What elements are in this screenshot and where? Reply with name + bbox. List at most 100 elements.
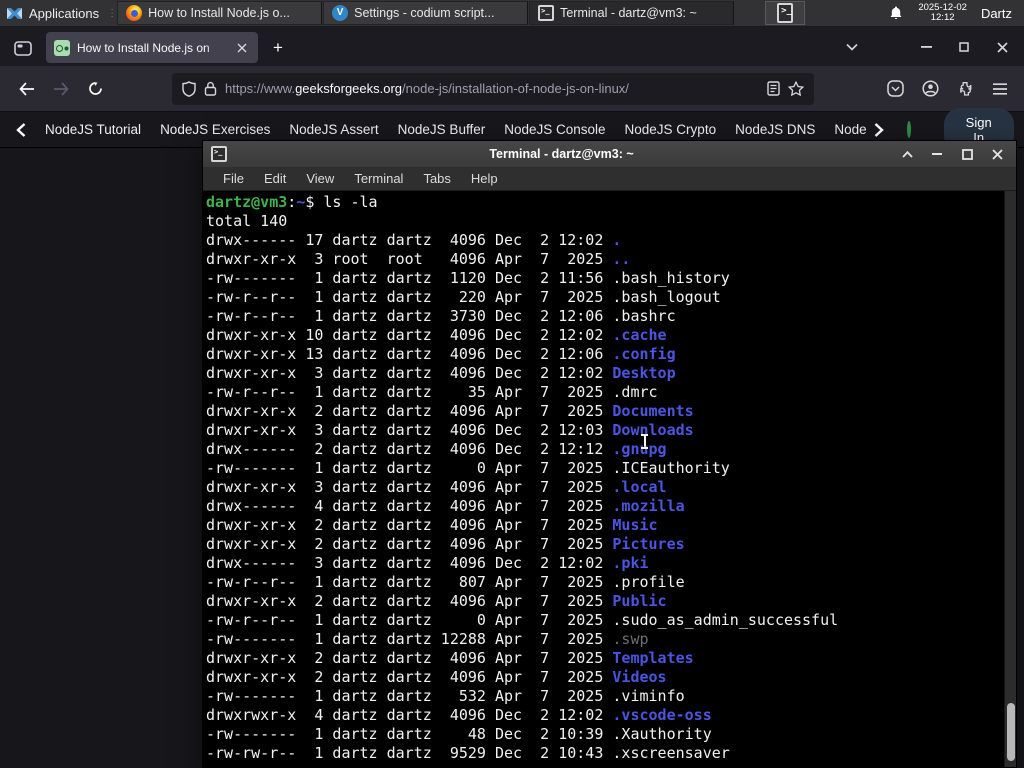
- applications-label: Applications: [29, 5, 100, 21]
- list-all-tabs-icon[interactable]: [838, 36, 866, 58]
- terminal-line: -rw-r--r-- 1 dartz dartz 220 Apr 7 2025 …: [206, 288, 721, 306]
- extensions-icon[interactable]: [957, 80, 974, 97]
- window-taskbar: How to Install Node.js o... Settings - co…: [117, 0, 735, 26]
- site-nav-item[interactable]: NodeJS Exercises: [160, 122, 270, 137]
- terminal-line: -rw-r--r-- 1 dartz dartz 807 Apr 7 2025 …: [206, 573, 685, 591]
- terminal-line: -rw------- 1 dartz dartz 0 Apr 7 2025 .I…: [206, 459, 730, 477]
- user-menu[interactable]: Dartz: [981, 6, 1014, 21]
- window-close-button[interactable]: [988, 36, 1016, 58]
- terminal-scrollbar-thumb[interactable]: [1007, 703, 1015, 761]
- terminal-menu-item[interactable]: Help: [461, 171, 508, 186]
- browser-tab-bar: How to Install Node.js on +: [0, 27, 1024, 66]
- site-nav-item[interactable]: NodeJS Crypto: [625, 122, 717, 137]
- geeksforgeeks-favicon: [54, 39, 70, 56]
- distro-logo-icon: [6, 5, 23, 22]
- firefox-view-button[interactable]: [8, 35, 38, 63]
- terminal-line: dartz@vm3:~$ ls -la: [206, 193, 378, 211]
- firefox-icon: [126, 5, 143, 21]
- taskbar-button[interactable]: Terminal - dartz@vm3: ~: [529, 1, 735, 25]
- terminal-line: drwxr-xr-x 10 dartz dartz 4096 Dec 2 12:…: [206, 326, 667, 344]
- terminal-launcher-button[interactable]: [765, 1, 806, 25]
- terminal-line: -rw-r--r-- 1 dartz dartz 35 Apr 7 2025 .…: [206, 383, 658, 401]
- terminal-menu-item[interactable]: Tabs: [413, 171, 460, 186]
- back-button[interactable]: [12, 74, 42, 104]
- window-minimize-button[interactable]: [912, 36, 940, 58]
- terminal-line: drwx------ 2 dartz dartz 4096 Dec 2 12:1…: [206, 440, 667, 458]
- desktop-panel: Applications ⋮ How to Install Node.js o.…: [0, 0, 1024, 27]
- terminal-line: -rw------- 1 dartz dartz 532 Apr 7 2025 …: [206, 687, 685, 705]
- site-nav-item[interactable]: NodeJS Assert: [289, 122, 378, 137]
- terminal-output: dartz@vm3:~$ ls -la total 140 drwx------ 1…: [206, 193, 1002, 763]
- new-tab-button[interactable]: +: [264, 34, 292, 62]
- nav-scroll-right-icon[interactable]: [874, 122, 884, 137]
- terminal-title: Terminal - dartz@vm3: ~: [489, 147, 634, 161]
- terminal-line: drwxr-xr-x 2 dartz dartz 4096 Apr 7 2025…: [206, 668, 667, 686]
- clock[interactable]: 2025-12-02 12:12: [918, 2, 967, 24]
- taskbar-button[interactable]: Settings - codium script...: [323, 1, 529, 25]
- terminal-maximize-button[interactable]: [956, 145, 978, 163]
- terminal-menu-item[interactable]: View: [296, 171, 344, 186]
- nav-scroll-left-icon[interactable]: [16, 122, 26, 137]
- terminal-line: drwxr-xr-x 3 dartz dartz 4096 Dec 2 12:0…: [206, 364, 676, 382]
- notification-bell-icon[interactable]: [888, 5, 904, 21]
- pocket-icon[interactable]: [887, 80, 904, 97]
- reload-button[interactable]: [80, 74, 110, 104]
- toolbar-right-icons: [887, 80, 1012, 97]
- terminal-line: drwxr-xr-x 2 dartz dartz 4096 Apr 7 2025…: [206, 516, 658, 534]
- site-nav-items: NodeJS Tutorial NodeJS Exercises NodeJS As…: [45, 122, 867, 137]
- terminal-line: drwxr-xr-x 2 dartz dartz 4096 Apr 7 2025…: [206, 592, 667, 610]
- url-text: https://www.geeksforgeeks.org/node-js/in…: [225, 81, 759, 96]
- url-prefix: https://www.: [225, 81, 296, 96]
- terminal-minimize-button[interactable]: [926, 145, 948, 163]
- lock-icon[interactable]: [204, 81, 217, 96]
- browser-toolbar: https://www.geeksforgeeks.org/node-js/in…: [0, 66, 1024, 112]
- terminal-menubar: File Edit View Terminal Tabs Help: [203, 167, 1016, 191]
- window-maximize-button[interactable]: [950, 36, 978, 58]
- terminal-line: drwxrwxr-x 4 dartz dartz 4096 Dec 2 12:0…: [206, 706, 712, 724]
- terminal-line: total 140: [206, 212, 288, 230]
- menu-hamburger-icon[interactable]: [992, 82, 1008, 95]
- url-domain: geeksforgeeks.org: [295, 81, 403, 96]
- url-bar[interactable]: https://www.geeksforgeeks.org/node-js/in…: [172, 72, 814, 105]
- forward-button[interactable]: [46, 74, 76, 104]
- site-nav-item[interactable]: NodeJS Console: [504, 122, 605, 137]
- terminal-window: Terminal - dartz@vm3: ~ FileEditViewTerm…: [202, 140, 1017, 768]
- tab-close-icon[interactable]: [234, 40, 250, 56]
- tracking-shield-icon[interactable]: [182, 80, 196, 97]
- account-icon[interactable]: [922, 80, 939, 97]
- terminal-line: drwx------ 17 dartz dartz 4096 Dec 2 12:…: [206, 231, 622, 249]
- bookmark-star-icon[interactable]: [788, 81, 804, 96]
- terminal-line: drwxr-xr-x 2 dartz dartz 4096 Apr 7 2025…: [206, 535, 685, 553]
- terminal-titlebar[interactable]: Terminal - dartz@vm3: ~: [203, 141, 1016, 167]
- url-path: /node-js/installation-of-node-js-on-linu…: [402, 81, 629, 96]
- browser-tab[interactable]: How to Install Node.js on: [46, 32, 258, 63]
- terminal-icon: [777, 3, 794, 23]
- taskbar-button-label: Settings - codium script...: [354, 6, 495, 20]
- terminal-icon: [211, 146, 227, 162]
- terminal-line: -rw-r--r-- 1 dartz dartz 0 Apr 7 2025 .s…: [206, 611, 839, 629]
- terminal-line: drwx------ 3 dartz dartz 4096 Dec 2 12:0…: [206, 554, 649, 572]
- terminal-close-button[interactable]: [986, 145, 1008, 163]
- site-nav-item[interactable]: NodeJS DNS: [735, 122, 815, 137]
- reader-mode-icon[interactable]: [767, 81, 780, 96]
- terminal-line: drwxr-xr-x 13 dartz dartz 4096 Dec 2 12:…: [206, 345, 676, 363]
- panel-separator: ⋮: [107, 7, 118, 19]
- terminal-menu-item[interactable]: Edit: [254, 171, 296, 186]
- applications-menu-button[interactable]: Applications: [0, 0, 107, 26]
- site-nav-item[interactable]: Node: [834, 122, 866, 137]
- terminal-scrollbar[interactable]: [1004, 191, 1016, 767]
- text-cursor-pointer: [640, 434, 649, 449]
- terminal-menu-item[interactable]: Terminal: [344, 171, 413, 186]
- terminal-content[interactable]: dartz@vm3:~$ ls -la total 140 drwx------ 1…: [203, 191, 1016, 767]
- terminal-menu-item[interactable]: File: [213, 171, 254, 186]
- site-nav-item[interactable]: NodeJS Tutorial: [45, 122, 141, 137]
- taskbar-button[interactable]: How to Install Node.js o...: [117, 1, 323, 25]
- terminal-shade-button[interactable]: [896, 145, 918, 163]
- site-nav-item[interactable]: NodeJS Buffer: [398, 122, 486, 137]
- panel-status-area: 2025-12-02 12:12 Dartz: [888, 0, 1024, 26]
- search-icon[interactable]: [906, 121, 911, 138]
- terminal-line: drwxr-xr-x 3 dartz dartz 4096 Apr 7 2025…: [206, 478, 667, 496]
- terminal-line: drwxr-xr-x 2 dartz dartz 4096 Apr 7 2025…: [206, 649, 694, 667]
- terminal-icon: [538, 5, 555, 21]
- tab-title: How to Install Node.js on: [77, 40, 210, 55]
